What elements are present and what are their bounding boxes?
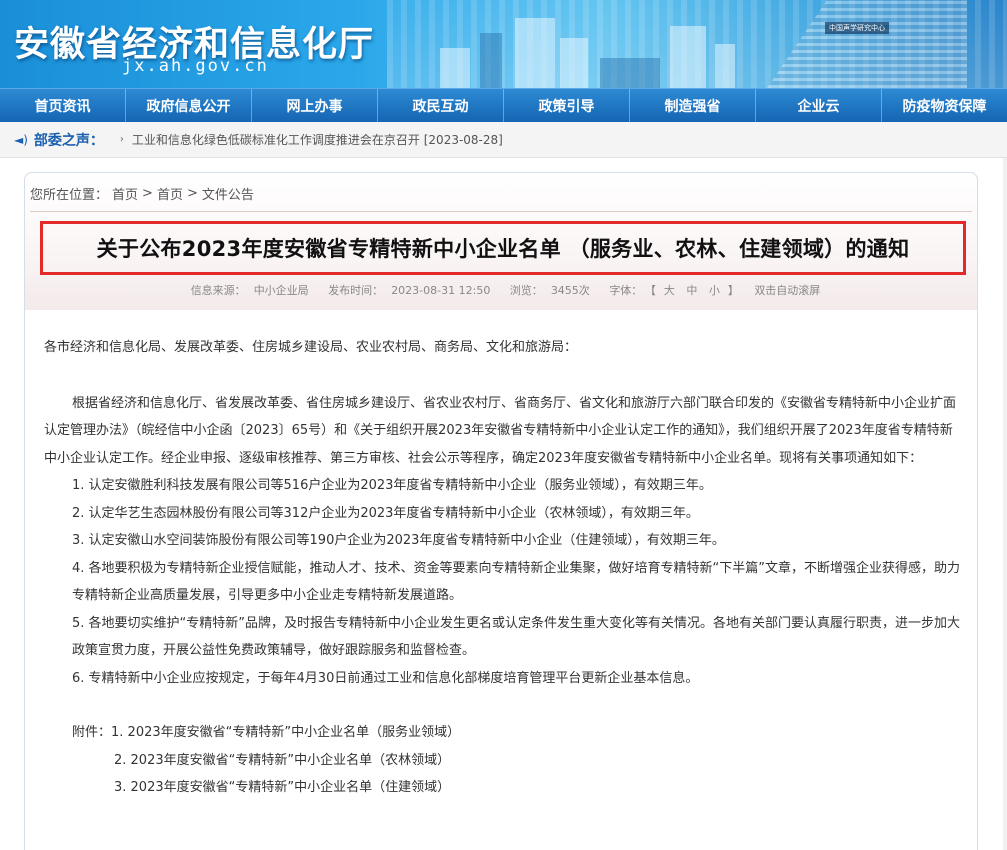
attachment-row: 3. 2023年度安徽省“专精特新”中小企业名单（住建领域） [44,774,962,802]
attachment-link[interactable]: 2. 2023年度安徽省“专精特新”中小企业名单（农林领域） [114,753,450,768]
article-title-box: 关于公布2023年度安徽省专精特新中小企业名单 （服务业、农林、住建领域）的通知 [40,221,966,275]
meta-time-label: 发布时间： [328,284,384,297]
attachment-row: 2. 2023年度安徽省“专精特新”中小企业名单（农林领域） [44,747,962,775]
news-ticker: ◄) 部委之声： › 工业和信息化绿色低碳标准化工作调度推进会在京召开 [202… [0,122,1007,158]
article-item: 6. 专精特新中小企业应按规定，于每年4月30日前通过工业和信息化部梯度培育管理… [72,670,699,686]
site-banner: 中国声学研究中心 安徽省经济和信息化厅 jx.ah.gov.cn [0,0,1007,88]
meta-font-label: 字体： [609,284,643,297]
speaker-icon: ◄) [14,132,28,147]
meta-source-label: 信息来源： [190,284,246,297]
attachment-row: 附件：1. 2023年度安徽省“专精特新”中小企业名单（服务业领域） [44,719,962,747]
meta-views-label: 浏览： [509,284,543,297]
nav-item-interaction[interactable]: 政民互动 [378,89,504,122]
breadcrumb-separator: > [186,186,198,201]
nav-item-epidemic-supplies[interactable]: 防疫物资保障 [882,89,1007,122]
divider [30,211,972,212]
meta-time: 发布时间： 2023-08-31 12:50 [324,284,494,297]
attachment-link[interactable]: 3. 2023年度安徽省“专精特新”中小企业名单（住建领域） [114,780,450,795]
attachments-label: 附件： [72,725,112,740]
nav-item-online-services[interactable]: 网上办事 [252,89,378,122]
meta-font-bracket: 【 [650,284,656,297]
nav-item-enterprise-cloud[interactable]: 企业云 [756,89,882,122]
meta-time-value: 2023-08-31 12:50 [391,284,491,297]
main-nav: 首页资讯 政府信息公开 网上办事 政民互动 政策引导 制造强省 企业云 防疫物资… [0,88,1007,122]
font-size-large-button[interactable]: 大 [664,284,675,297]
banner-building [670,26,706,88]
article-body: 各市经济和信息化局、发展改革委、住房城乡建设局、农业农村局、商务局、文化和旅游局… [44,334,962,802]
site-domain: jx.ah.gov.cn [122,56,269,76]
banner-building [600,58,660,88]
meta-font-bracket: 】 [727,284,739,297]
meta-font-size: 字体： 【大 中 小】 [605,284,743,297]
meta-source-value: 中小企业局 [253,284,309,297]
article-item: 1. 认定安徽胜利科技发展有限公司等516户企业为2023年度省专精特新中小企业… [72,478,712,493]
meta-views: 浏览： 3455次 [506,284,594,297]
article-intro: 根据省经济和信息化厅、省发展改革委、省住房城乡建设厅、省农业农村厅、省商务厅、省… [44,395,957,466]
chevron-right-icon: › [119,134,124,145]
banner-building [515,18,555,88]
article-item: 3. 认定安徽山水空间装饰股份有限公司等190户企业为2023年度省专精特新中小… [72,533,725,548]
article-item: 4. 各地要积极为专精特新企业授信赋能，推动人才、技术、资金等要素向专精特新企业… [72,560,961,604]
article-salutation: 各市经济和信息化局、发展改革委、住房城乡建设局、农业农村局、商务局、文化和旅游局… [44,340,578,355]
ticker-news-link[interactable]: 工业和信息化绿色低碳标准化工作调度推进会在京召开 [2023-08-28] [132,131,503,148]
font-size-small-button[interactable]: 小 [709,284,720,297]
nav-item-gov-info[interactable]: 政府信息公开 [126,89,252,122]
banner-building [715,44,735,88]
meta-source: 信息来源： 中小企业局 [187,284,313,297]
article-meta: 信息来源： 中小企业局 发布时间： 2023-08-31 12:50 浏览： 3455… [0,282,1007,298]
banner-screen-label: 中国声学研究中心 [825,22,889,34]
breadcrumb-prefix: 您所在位置： [30,188,109,203]
breadcrumb-separator: > [142,186,153,201]
nav-item-manufacturing[interactable]: 制造强省 [630,89,756,122]
banner-building [440,48,470,88]
banner-building [560,38,588,88]
banner-building [480,33,502,88]
attachment-link[interactable]: 1. 2023年度安徽省“专精特新”中小企业名单（服务业领域） [111,725,460,740]
article-item: 5. 各地要切实维护“专精特新”品牌，及时报告专精特新中小企业发生更名或认定条件… [72,615,961,659]
article-title: 关于公布2023年度安徽省专精特新中小企业名单 （服务业、农林、住建领域）的通知 [96,237,910,261]
breadcrumb-home[interactable]: 首页 [112,184,138,203]
auto-scroll-toggle[interactable]: 双击自动滚屏 [754,284,820,297]
breadcrumb: 您所在位置： 首页 > 首页 > 文件公告 [30,184,254,203]
page-scrollbar[interactable] [1003,158,1007,850]
font-size-medium-button[interactable]: 中 [686,284,697,297]
ticker-label: 部委之声： [33,132,104,149]
article-item: 2. 认定华艺生态园林股份有限公司等312户企业为2023年度省专精特新中小企业… [72,505,699,521]
nav-item-policy[interactable]: 政策引导 [504,89,630,122]
meta-views-value: 3455次 [550,284,590,297]
breadcrumb-home-2[interactable]: 首页 [157,184,183,203]
nav-item-home-news[interactable]: 首页资讯 [0,89,126,122]
breadcrumb-announcements[interactable]: 文件公告 [202,184,254,203]
